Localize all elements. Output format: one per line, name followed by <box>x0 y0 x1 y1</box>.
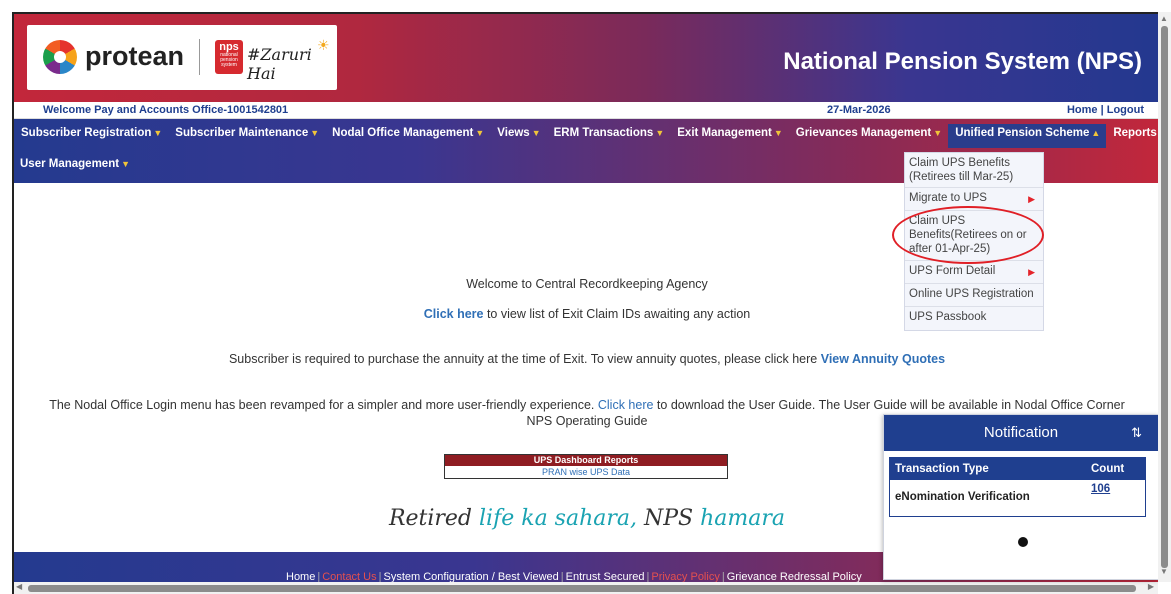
nav-subscriber-maintenance[interactable]: Subscriber Maintenance ▼ <box>168 124 325 148</box>
caret-down-icon: ▼ <box>933 128 943 138</box>
nav-row-2: User Management ▼ <box>14 155 136 179</box>
col-transaction-type: Transaction Type <box>895 463 989 475</box>
vertical-scrollbar[interactable]: ▲ ▼ <box>1158 12 1171 582</box>
nav-label: Nodal Office Management <box>332 127 474 139</box>
pran-wise-ups-link[interactable]: PRAN wise UPS Data <box>445 466 727 478</box>
exit-claim-text: to view list of Exit Claim IDs awaiting … <box>483 307 751 321</box>
cursor-dot <box>1018 537 1028 547</box>
nav-reports[interactable]: Reports▼ <box>1106 124 1158 148</box>
menu-claim-ups-after-apr25[interactable]: Claim UPS Benefits(Retirees on or after … <box>905 211 1043 261</box>
annuity-line: Subscriber is required to purchase the a… <box>14 352 1158 366</box>
nav-exit-management[interactable]: Exit Management ▼ <box>670 124 789 148</box>
logo-divider <box>199 39 200 75</box>
tagline-part-4: hamara <box>700 506 786 531</box>
nav-erm-transactions[interactable]: ERM Transactions ▼ <box>547 124 671 148</box>
scroll-up-icon[interactable]: ▲ <box>1160 14 1168 23</box>
caret-down-icon: ▼ <box>655 128 665 138</box>
caret-down-icon: ▼ <box>531 128 541 138</box>
notification-title: Notification <box>983 424 1059 441</box>
nav-views[interactable]: Views ▼ <box>490 124 546 148</box>
ups-dropdown-menu: Claim UPS Benefits (Retirees till Mar-25… <box>904 152 1044 331</box>
sunburst-icon: ☀ <box>317 37 330 53</box>
scroll-left-icon[interactable]: ◀ <box>16 582 22 591</box>
notification-header[interactable]: Notification ⇅ <box>884 415 1158 451</box>
scroll-right-icon[interactable]: ▶ <box>1148 582 1154 591</box>
notification-panel: Notification ⇅ Transaction Type Count eN… <box>883 414 1158 580</box>
nav-label: Unified Pension Scheme <box>955 127 1090 139</box>
caret-down-icon: ▼ <box>310 128 320 138</box>
tagline-part-1: Retired <box>388 506 480 531</box>
home-logout-links[interactable]: Home | Logout <box>1067 104 1144 116</box>
annuity-text: Subscriber is required to purchase the a… <box>228 352 821 366</box>
caret-down-icon: ▼ <box>153 128 163 138</box>
chevron-right-icon: ▶ <box>1028 267 1035 277</box>
caret-down-icon: ▼ <box>773 128 783 138</box>
nav-label: Reports <box>1113 127 1157 139</box>
vertical-scroll-thumb[interactable] <box>1161 26 1168 568</box>
nav-user-management[interactable]: User Management ▼ <box>14 155 136 179</box>
nps-logo-sub: national pension system <box>220 52 238 68</box>
nav-unified-pension-scheme[interactable]: Unified Pension Scheme ▲ <box>948 124 1107 148</box>
tagline-part-2: life ka sahara, <box>479 506 638 531</box>
menu-ups-form-detail[interactable]: UPS Form Detail ▶ <box>905 261 1043 284</box>
current-date: 27-Mar-2026 <box>827 104 891 116</box>
menu-online-ups-registration[interactable]: Online UPS Registration <box>905 284 1043 307</box>
welcome-bar: Welcome Pay and Accounts Office-10015428… <box>14 102 1158 119</box>
col-count: Count <box>1091 463 1125 475</box>
nav-label: Grievances Management <box>795 127 932 139</box>
nav-subscriber-registration[interactable]: Subscriber Registration ▼ <box>14 124 168 148</box>
notification-table: Transaction Type Count eNomination Verif… <box>889 457 1146 517</box>
logo-box[interactable]: protean nps national pension system #Zar… <box>27 25 337 90</box>
menu-migrate-to-ups[interactable]: Migrate to UPS ▶ <box>905 188 1043 211</box>
horizontal-scrollbar[interactable]: ◀ ▶ <box>14 582 1158 594</box>
revamp-text-2: to download the User Guide. The User Gui… <box>653 398 1125 412</box>
menu-label: Claim UPS Benefits (Retirees till Mar-25… <box>909 157 1014 183</box>
site-header: protean nps national pension system #Zar… <box>14 14 1158 102</box>
tagline-part-3: NPS <box>637 506 701 531</box>
revamp-text-1: The Nodal Office Login menu has been rev… <box>49 398 598 412</box>
menu-label: Migrate to UPS <box>909 192 987 204</box>
horizontal-scroll-thumb[interactable] <box>28 585 1136 592</box>
ups-dashboard-table: UPS Dashboard Reports PRAN wise UPS Data <box>444 454 728 479</box>
welcome-text: Welcome Pay and Accounts Office-10015428… <box>43 104 289 116</box>
nav-label: ERM Transactions <box>553 127 654 139</box>
scroll-down-icon[interactable]: ▼ <box>1160 567 1168 576</box>
row-transaction-type: eNomination Verification <box>895 491 1030 503</box>
revamp-line: The Nodal Office Login menu has been rev… <box>14 398 1158 412</box>
caret-down-icon: ▼ <box>475 128 485 138</box>
menu-label: Online UPS Registration <box>909 288 1034 300</box>
site-title: National Pension System (NPS) <box>783 48 1142 75</box>
nav-label: Subscriber Maintenance <box>175 127 309 139</box>
table-row: eNomination Verification 106 <box>890 480 1145 516</box>
row-count-link[interactable]: 106 <box>1085 480 1145 516</box>
browser-viewport: protean nps national pension system #Zar… <box>12 12 1158 594</box>
nps-logo-icon: nps national pension system <box>215 40 243 74</box>
nav-label: User Management <box>20 158 120 170</box>
menu-label: Claim UPS Benefits(Retirees on or after … <box>909 215 1027 255</box>
menu-label: UPS Passbook <box>909 311 987 323</box>
nav-row-1: Subscriber Registration ▼ Subscriber Main… <box>14 124 1158 148</box>
exit-claim-link[interactable]: Click here <box>424 307 484 321</box>
menu-label: UPS Form Detail <box>909 265 996 277</box>
nav-nodal-office-management[interactable]: Nodal Office Management ▼ <box>325 124 490 148</box>
protean-brand: protean <box>85 41 185 71</box>
menu-ups-passbook[interactable]: UPS Passbook <box>905 307 1043 330</box>
nav-grievances-management[interactable]: Grievances Management ▼ <box>789 124 948 148</box>
notification-table-header: Transaction Type Count <box>890 458 1145 480</box>
nav-label: Views <box>497 127 530 139</box>
menu-claim-ups-till-mar25[interactable]: Claim UPS Benefits (Retirees till Mar-25… <box>905 153 1043 188</box>
chevron-right-icon: ▶ <box>1028 194 1035 204</box>
caret-down-icon: ▼ <box>121 159 130 169</box>
protean-logo-icon <box>43 40 77 74</box>
view-annuity-quotes-link[interactable]: View Annuity Quotes <box>821 352 945 366</box>
nav-label: Exit Management <box>677 127 772 139</box>
nav-label: Subscriber Registration <box>21 127 152 139</box>
sort-icon[interactable]: ⇅ <box>1131 415 1142 451</box>
caret-up-icon: ▲ <box>1091 128 1101 138</box>
ups-dashboard-header: UPS Dashboard Reports <box>445 455 727 466</box>
user-guide-link[interactable]: Click here <box>598 398 654 412</box>
